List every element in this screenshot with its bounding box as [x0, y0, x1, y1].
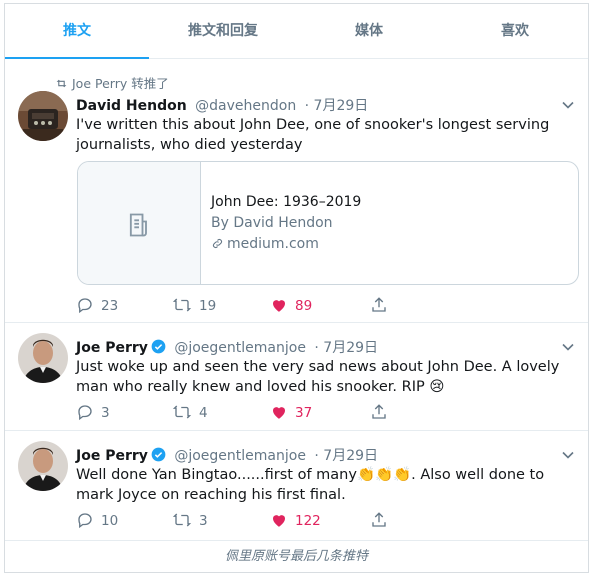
- retweet-count: 19: [199, 298, 217, 314]
- card-thumbnail: [78, 162, 201, 284]
- tweet-date[interactable]: · 7月29日: [305, 98, 369, 114]
- reply-count: 10: [101, 513, 119, 529]
- tab-tweets[interactable]: 推文: [5, 4, 149, 59]
- card-title: John Dee: 1936–2019: [211, 194, 362, 210]
- retweet-small-icon: [55, 76, 72, 91]
- reply-button[interactable]: 23: [76, 296, 118, 316]
- like-count: 37: [295, 405, 313, 421]
- link-icon: [211, 236, 227, 252]
- avatar[interactable]: [18, 333, 68, 383]
- retweet-context-text: Joe Perry 转推了: [72, 76, 169, 91]
- like-count: 122: [295, 513, 321, 529]
- author-name[interactable]: Joe Perry: [76, 340, 148, 356]
- tweet[interactable]: Joe Perry 转推了 David Hendon @davehendon ·…: [5, 59, 588, 323]
- avatar[interactable]: [18, 441, 68, 491]
- document-icon: [129, 213, 147, 237]
- tweet-actions: 10 3 122: [76, 511, 396, 531]
- link-card[interactable]: John Dee: 1936–2019 By David Hendon medi…: [77, 161, 579, 285]
- card-domain: medium.com: [211, 236, 319, 252]
- like-count: 89: [295, 298, 313, 314]
- heart-icon: [273, 300, 285, 312]
- retweet-icon: [172, 405, 192, 419]
- like-button[interactable]: 37: [270, 403, 312, 423]
- verified-badge-icon: [151, 447, 166, 466]
- share-button[interactable]: [370, 511, 395, 531]
- retweet-icon: [172, 513, 192, 527]
- like-button[interactable]: 89: [270, 296, 312, 316]
- tweet-actions: 3 4 37: [76, 403, 396, 423]
- retweet-context: Joe Perry 转推了: [55, 73, 169, 92]
- share-icon: [372, 404, 386, 419]
- reply-count: 23: [101, 298, 119, 314]
- heart-icon: [273, 515, 285, 527]
- reply-icon: [78, 513, 92, 529]
- tweet-text: Well done Yan Bingtao......first of many…: [76, 467, 545, 503]
- author-handle[interactable]: @joegentlemanjoe: [174, 340, 306, 356]
- image-caption: 佩里原账号最后几条推特: [224, 549, 368, 564]
- retweet-count: 3: [199, 513, 208, 529]
- reply-button[interactable]: 10: [76, 511, 118, 531]
- tweet-text: I've written this about John Dee, one of…: [76, 117, 550, 153]
- tweet[interactable]: Joe Perry @joegentlemanjoe · 7月29日 Just …: [5, 322, 588, 431]
- tweet-header: Joe Perry @joegentlemanjoe · 7月29日: [76, 445, 378, 466]
- tab-media[interactable]: 媒体: [297, 4, 441, 58]
- reply-icon: [78, 298, 92, 314]
- chevron-down-icon[interactable]: [560, 339, 576, 355]
- tweet[interactable]: Joe Perry @joegentlemanjoe · 7月29日 Well …: [5, 430, 588, 541]
- retweet-button[interactable]: 4: [172, 403, 208, 423]
- retweet-button[interactable]: 3: [172, 511, 208, 531]
- chevron-down-icon[interactable]: [560, 447, 576, 463]
- chevron-down-icon[interactable]: [560, 97, 576, 113]
- tweet-actions: 23 19 89: [76, 296, 396, 316]
- tweet-header: David Hendon @davehendon · 7月29日: [76, 95, 368, 115]
- author-name[interactable]: Joe Perry: [76, 448, 148, 464]
- tab-likes[interactable]: 喜欢: [443, 4, 587, 58]
- profile-tabs: 推文 推文和回复 媒体 喜欢: [5, 4, 588, 59]
- share-icon: [372, 512, 386, 527]
- author-name[interactable]: David Hendon: [76, 98, 187, 114]
- like-button[interactable]: 122: [270, 511, 321, 531]
- author-handle[interactable]: @joegentlemanjoe: [174, 448, 306, 464]
- tweet-text: Just woke up and seen the very sad news …: [76, 359, 560, 395]
- tab-tweets-and-replies[interactable]: 推文和回复: [151, 4, 295, 58]
- reply-count: 3: [101, 405, 110, 421]
- retweet-button[interactable]: 19: [172, 296, 216, 316]
- verified-badge-icon: [151, 339, 166, 358]
- tweet-date[interactable]: · 7月29日: [314, 340, 378, 356]
- card-domain-text: medium.com: [227, 236, 319, 252]
- share-button[interactable]: [370, 296, 395, 316]
- author-handle[interactable]: @davehendon: [195, 98, 296, 114]
- share-icon: [372, 297, 386, 312]
- profile-timeline: 推文 推文和回复 媒体 喜欢 Joe Perry 转推了 David Hendo…: [4, 3, 589, 573]
- tweet-date[interactable]: · 7月29日: [314, 448, 378, 464]
- avatar[interactable]: [18, 91, 68, 141]
- card-author: By David Hendon: [211, 215, 333, 231]
- share-button[interactable]: [370, 403, 395, 423]
- reply-icon: [78, 405, 92, 421]
- retweet-count: 4: [199, 405, 208, 421]
- tweet-header: Joe Perry @joegentlemanjoe · 7月29日: [76, 337, 378, 358]
- retweet-icon: [172, 298, 192, 312]
- heart-icon: [273, 407, 285, 419]
- reply-button[interactable]: 3: [76, 403, 110, 423]
